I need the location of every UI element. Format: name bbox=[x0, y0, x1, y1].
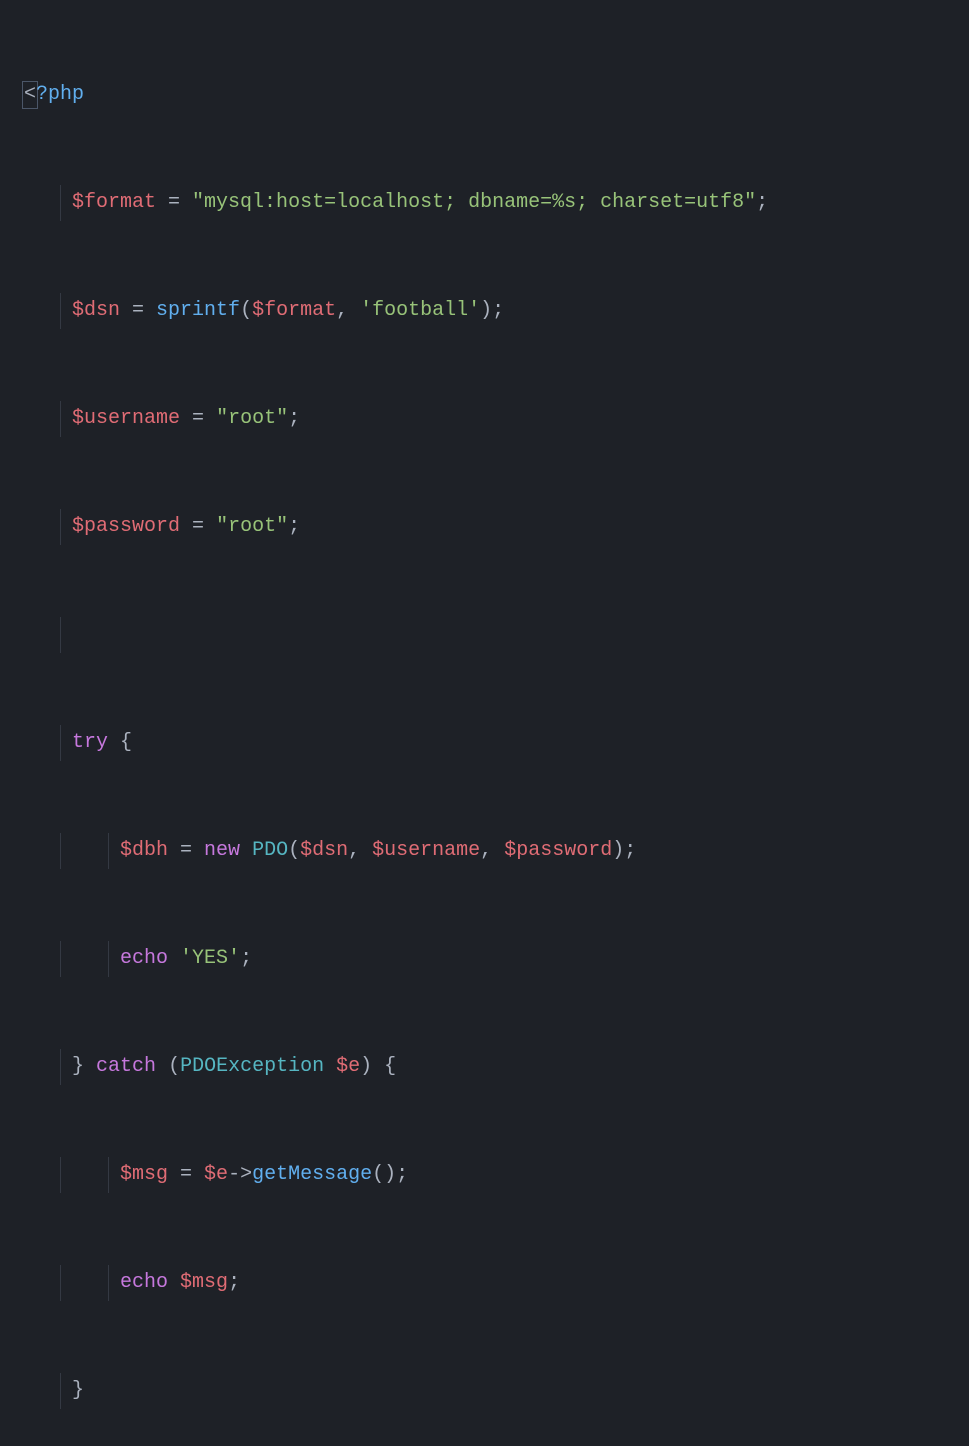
fn-getmessage: getMessage bbox=[252, 1163, 372, 1186]
var-password: $password bbox=[72, 515, 180, 538]
var-dsn: $dsn bbox=[72, 299, 120, 322]
code-line[interactable]: } bbox=[24, 1373, 969, 1409]
code-editor[interactable]: <?php $format = "mysql:host=localhost; d… bbox=[0, 0, 969, 1446]
var-dbh: $dbh bbox=[120, 839, 168, 862]
code-line[interactable]: $dbh = new PDO($dsn, $username, $passwor… bbox=[24, 833, 969, 869]
var-e: $e bbox=[336, 1055, 360, 1078]
php-open-text: ?php bbox=[36, 83, 84, 106]
string-literal: 'football' bbox=[360, 299, 480, 322]
var-msg: $msg bbox=[120, 1163, 168, 1186]
kw-catch: catch bbox=[96, 1055, 156, 1078]
code-line[interactable]: $msg = $e->getMessage(); bbox=[24, 1157, 969, 1193]
string-literal: "mysql:host=localhost; dbname=%s; charse… bbox=[192, 191, 756, 214]
kw-echo: echo bbox=[120, 1271, 168, 1294]
code-line[interactable] bbox=[24, 617, 969, 653]
class-pdoexception: PDOException bbox=[180, 1055, 324, 1078]
string-literal: 'YES' bbox=[180, 947, 240, 970]
code-line[interactable]: $password = "root"; bbox=[24, 509, 969, 545]
code-line[interactable]: $username = "root"; bbox=[24, 401, 969, 437]
fn-sprintf: sprintf bbox=[156, 299, 240, 322]
code-line[interactable]: try { bbox=[24, 725, 969, 761]
var-format: $format bbox=[72, 191, 156, 214]
code-line[interactable]: <?php bbox=[24, 77, 969, 113]
code-line[interactable]: } catch (PDOException $e) { bbox=[24, 1049, 969, 1085]
string-literal: "root" bbox=[216, 407, 288, 430]
kw-try: try bbox=[72, 731, 108, 754]
php-open-tag: < bbox=[24, 77, 36, 113]
class-pdo: PDO bbox=[252, 839, 288, 862]
code-line[interactable]: $dsn = sprintf($format, 'football'); bbox=[24, 293, 969, 329]
code-line[interactable]: echo $msg; bbox=[24, 1265, 969, 1301]
string-literal: "root" bbox=[216, 515, 288, 538]
var-username: $username bbox=[72, 407, 180, 430]
code-line[interactable]: echo 'YES'; bbox=[24, 941, 969, 977]
kw-echo: echo bbox=[120, 947, 168, 970]
kw-new: new bbox=[204, 839, 240, 862]
code-line[interactable]: $format = "mysql:host=localhost; dbname=… bbox=[24, 185, 969, 221]
